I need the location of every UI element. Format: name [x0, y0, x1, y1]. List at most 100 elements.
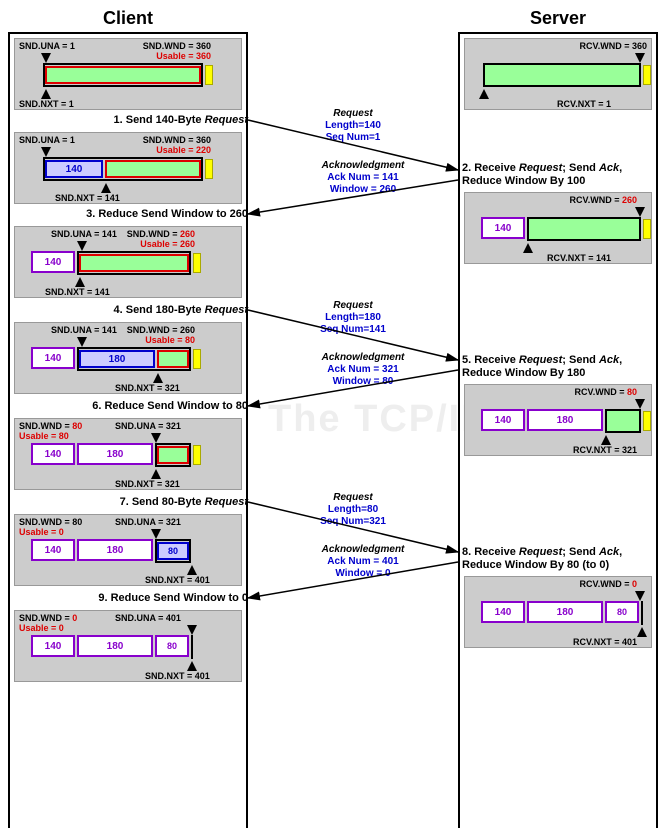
segment-80: 80: [605, 601, 639, 623]
usable-box: [157, 350, 189, 368]
tick: [41, 147, 51, 157]
snd-una-label: SND.UNA = 1: [19, 41, 75, 51]
msg-ack-3: Acknowledgment Ack Num = 401 Window = 0: [298, 544, 428, 580]
rcv-nxt-tick: [479, 89, 489, 99]
step-5-label: 5. Receive Request; Send Ack, Reduce Win…: [462, 354, 658, 380]
yellow-marker: [205, 159, 213, 179]
snd-una-label: SND.UNA = 321: [115, 421, 181, 431]
step-4-label: 4. Send 180-Byte Request: [48, 304, 248, 317]
snd-wnd-label: SND.WND = 260: [127, 229, 195, 239]
snd-nxt-label: SND.NXT = 321: [115, 383, 180, 393]
segment-140: 140: [481, 217, 525, 239]
client-state-3: SND.UNA = 141 SND.WND = 260 Usable = 260…: [14, 226, 242, 298]
snd-nxt-label: SND.NXT = 1: [19, 99, 74, 109]
usable-label: Usable = 360: [156, 51, 211, 61]
yellow-marker: [193, 445, 201, 465]
usable-label: Usable = 80: [145, 335, 195, 345]
snd-wnd-label: SND.WND = 0: [19, 613, 77, 623]
snd-una-label: SND.UNA = 1: [19, 135, 75, 145]
segment-140: 140: [45, 160, 103, 178]
tick: [635, 591, 645, 601]
snd-nxt-label: SND.NXT = 401: [145, 575, 210, 585]
step-6-label: 6. Reduce Send Window to 80: [38, 400, 248, 413]
yellow-marker: [205, 65, 213, 85]
rcv-wnd-label: RCV.WND = 80: [575, 387, 637, 397]
server-state-2: RCV.WND = 260 140 RCV.NXT = 141: [464, 192, 652, 264]
snd-nxt-label: SND.NXT = 141: [45, 287, 110, 297]
client-header: Client: [8, 8, 248, 29]
tick: [151, 529, 161, 539]
snd-una-label: SND.UNA = 321: [115, 517, 181, 527]
tick: [77, 241, 87, 251]
snd-una-tick: [41, 53, 51, 63]
usable-label: Usable = 0: [19, 527, 64, 537]
snd-nxt-label: SND.NXT = 401: [145, 671, 210, 681]
snd-nxt-label: SND.NXT = 321: [115, 479, 180, 489]
msg-request-2: Request Length=180 Seq Num=141: [298, 300, 408, 336]
segment-140: 140: [31, 635, 75, 657]
tick: [153, 373, 163, 383]
segment-140: 140: [31, 539, 75, 561]
tcp-flow-diagram: The TCP/IP Guide Client Server SND.UNA =…: [8, 8, 658, 828]
segment-180: 180: [77, 443, 153, 465]
msg-ack-1: Acknowledgment Ack Num = 141 Window = 26…: [298, 160, 428, 196]
segment-80: 80: [155, 635, 189, 657]
rcv-nxt-label: RCV.NXT = 401: [573, 637, 637, 647]
msg-request-1: Request Length=140 Seq Num=1: [298, 108, 408, 144]
client-state-1: SND.UNA = 1 SND.WND = 360 Usable = 360 S…: [14, 38, 242, 110]
step-7-label: 7. Send 80-Byte Request: [48, 496, 248, 509]
window-box: [191, 635, 193, 659]
rcv-nxt-label: RCV.NXT = 141: [547, 253, 611, 263]
rcv-wnd-label: RCV.WND = 0: [580, 579, 637, 589]
tick: [151, 469, 161, 479]
rcv-wnd-label: RCV.WND = 360: [580, 41, 647, 51]
usable-label: Usable = 80: [19, 431, 69, 441]
segment-140: 140: [31, 443, 75, 465]
snd-wnd-label: SND.WND = 360: [143, 41, 211, 51]
segment-140: 140: [31, 251, 75, 273]
client-state-5: SND.WND = 80 Usable = 80 SND.UNA = 321 1…: [14, 418, 242, 490]
msg-request-3: Request Length=80 Seq Num=321: [298, 492, 408, 528]
segment-180: 180: [77, 635, 153, 657]
tick: [601, 435, 611, 445]
yellow-marker: [643, 219, 651, 239]
snd-nxt-label: SND.NXT = 141: [55, 193, 120, 203]
step-2-label: 2. Receive Request; Send Ack, Reduce Win…: [462, 162, 658, 188]
step-3-label: 3. Reduce Send Window to 260: [28, 208, 248, 221]
client-state-6: SND.WND = 80 Usable = 0 SND.UNA = 321 14…: [14, 514, 242, 586]
yellow-marker: [643, 411, 651, 431]
snd-wnd-label: SND.WND = 80: [19, 421, 82, 431]
segment-180: 180: [77, 539, 153, 561]
usable-label: Usable = 220: [156, 145, 211, 155]
segment-180: 180: [79, 350, 155, 368]
client-state-7: SND.WND = 0 Usable = 0 SND.UNA = 401 140…: [14, 610, 242, 682]
rcv-nxt-label: RCV.NXT = 321: [573, 445, 637, 455]
tick: [151, 433, 161, 443]
tick: [101, 183, 111, 193]
rcv-nxt-label: RCV.NXT = 1: [557, 99, 611, 109]
segment-140: 140: [481, 601, 525, 623]
tick: [187, 661, 197, 671]
tick: [635, 207, 645, 217]
segment-80: 80: [157, 542, 189, 560]
tick: [523, 243, 533, 253]
tick: [77, 337, 87, 347]
msg-ack-2: Acknowledgment Ack Num = 321 Window = 80: [298, 352, 428, 388]
usable-box: [79, 254, 189, 272]
rcv-window-box: [605, 409, 641, 433]
tick: [75, 277, 85, 287]
snd-wnd-label: SND.WND = 360: [143, 135, 211, 145]
snd-una-label: SND.UNA = 401: [115, 613, 181, 623]
server-state-4: RCV.WND = 0 140 180 80 RCV.NXT = 401: [464, 576, 652, 648]
usable-box: [157, 446, 189, 464]
snd-wnd-label: SND.WND = 80: [19, 517, 82, 527]
yellow-marker: [193, 253, 201, 273]
usable-box: [45, 66, 201, 84]
segment-140: 140: [31, 347, 75, 369]
snd-una-label: SND.UNA = 141: [51, 325, 117, 335]
step-8-label: 8. Receive Request; Send Ack, Reduce Win…: [462, 546, 658, 572]
snd-nxt-tick: [41, 89, 51, 99]
client-state-4: SND.UNA = 141 SND.WND = 260 Usable = 80 …: [14, 322, 242, 394]
rcv-wnd-label: RCV.WND = 260: [570, 195, 637, 205]
rcv-window-box: [641, 601, 643, 625]
